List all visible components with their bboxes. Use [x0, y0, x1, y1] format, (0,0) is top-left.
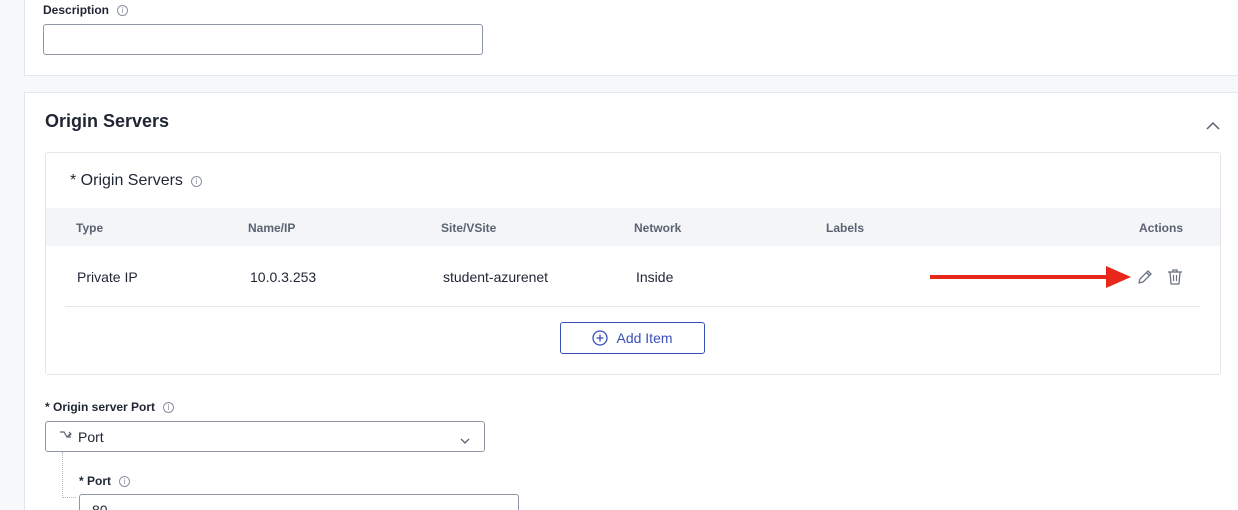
column-header-name-ip: Name/IP — [248, 221, 296, 235]
tree-connector — [62, 452, 76, 498]
branch-icon — [60, 430, 72, 438]
port-input[interactable]: 80 — [79, 494, 519, 510]
column-header-labels: Labels — [826, 221, 865, 235]
column-header-type: Type — [76, 221, 104, 235]
add-item-button[interactable]: Add Item — [560, 322, 705, 354]
cell-site: student-azurenet — [443, 269, 549, 285]
port-label: * Port — [79, 474, 112, 488]
origin-port-select[interactable]: Port — [45, 421, 485, 452]
description-label-row: Description i — [43, 3, 129, 17]
table-title-row: * Origin Servers i — [70, 172, 202, 190]
plus-circle-icon — [592, 330, 609, 346]
chevron-down-icon — [494, 504, 504, 510]
chevron-down-icon — [460, 432, 470, 450]
section-title: Origin Servers — [45, 111, 170, 131]
info-icon[interactable]: i — [119, 475, 131, 487]
add-item-label: Add Item — [616, 330, 673, 346]
port-value: 80 — [92, 502, 108, 510]
origin-port-label-row: * Origin server Port i — [45, 400, 175, 414]
table-title: * Origin Servers — [70, 172, 183, 189]
description-label: Description — [43, 3, 110, 17]
info-icon[interactable]: i — [117, 4, 129, 16]
info-icon[interactable]: i — [190, 175, 202, 187]
column-header-site: Site/VSite — [441, 221, 497, 235]
annotation-arrow — [928, 264, 1132, 290]
description-input[interactable] — [43, 24, 483, 55]
cell-type: Private IP — [77, 269, 138, 285]
edit-pencil-icon[interactable] — [1136, 268, 1154, 286]
cell-name-ip: 10.0.3.253 — [250, 269, 317, 285]
origin-port-label: * Origin server Port — [45, 400, 156, 414]
info-icon[interactable]: i — [163, 401, 175, 413]
column-header-actions: Actions — [1139, 221, 1184, 235]
delete-trash-icon[interactable] — [1166, 268, 1184, 286]
column-header-network: Network — [634, 221, 682, 235]
port-label-row: * Port i — [79, 474, 131, 488]
origin-port-selected: Port — [78, 428, 104, 445]
table-header — [46, 208, 1220, 246]
cell-network: Inside — [636, 269, 674, 285]
collapse-chevron-icon[interactable] — [1206, 118, 1220, 130]
